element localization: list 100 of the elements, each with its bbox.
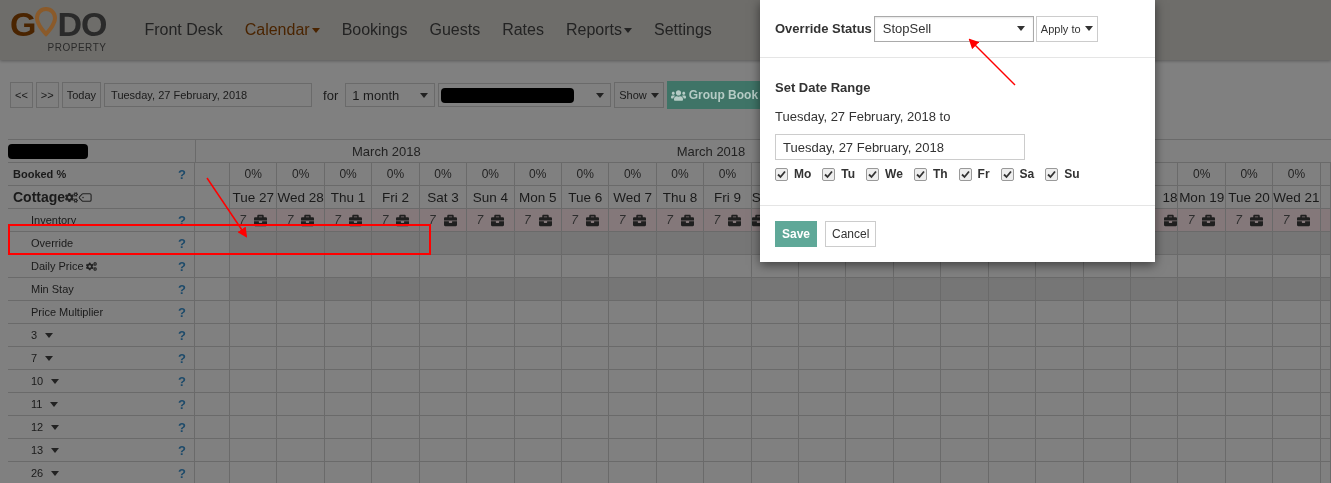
- day-header: Wed 28: [277, 189, 324, 205]
- day-header: Tue 20: [1228, 189, 1270, 205]
- booked-percent: 0%: [244, 167, 262, 181]
- next-button[interactable]: >>: [35, 82, 59, 108]
- cancel-button[interactable]: Cancel: [825, 221, 877, 247]
- help-link[interactable]: ?: [178, 304, 186, 320]
- help-link[interactable]: ?: [178, 373, 186, 389]
- day-header: Mon 19: [1179, 189, 1225, 205]
- briefcase-icon: [1202, 213, 1216, 227]
- nav-link[interactable]: Reports: [565, 21, 632, 39]
- nav-link[interactable]: Guests: [429, 21, 481, 39]
- logo-letters: DO: [57, 9, 107, 39]
- for-label: for: [323, 87, 339, 103]
- inventory-count: 7: [429, 213, 436, 227]
- checkmark-icon: [777, 169, 786, 179]
- month-label: March 2018: [352, 143, 421, 159]
- logo-letter: G: [10, 9, 36, 39]
- briefcase-icon: [1249, 213, 1263, 227]
- inventory-count: 7: [239, 213, 247, 227]
- day-header: Fri 9: [713, 189, 741, 205]
- help-link[interactable]: ?: [178, 419, 186, 435]
- briefcase-icon: [680, 213, 694, 227]
- group-book-button[interactable]: Group Book: [666, 81, 763, 109]
- inventory-count: 7: [381, 213, 389, 227]
- checkmark-icon: [915, 169, 925, 179]
- caret-icon: [50, 401, 59, 407]
- weekday-checkbox[interactable]: We: [866, 167, 903, 181]
- briefcase-icon: [538, 213, 552, 227]
- nav-link[interactable]: Front Desk: [144, 21, 223, 39]
- save-button[interactable]: Save: [775, 221, 818, 247]
- nav-link[interactable]: Rates: [502, 21, 544, 39]
- help-link[interactable]: ?: [178, 258, 186, 274]
- day-header: Wed 21: [1273, 189, 1320, 205]
- row-label: 10: [30, 375, 44, 387]
- help-link[interactable]: ?: [178, 281, 186, 297]
- inventory-count: 7: [1187, 213, 1195, 227]
- help-link[interactable]: ?: [178, 235, 186, 251]
- caret-icon: [596, 92, 605, 98]
- help-link[interactable]: ?: [178, 327, 186, 343]
- logo[interactable]: G DO PROPERTY: [10, 7, 107, 53]
- weekday-checkbox[interactable]: Tu: [822, 167, 856, 181]
- nav-link[interactable]: Settings: [654, 21, 712, 39]
- inventory-count: 7: [571, 213, 578, 227]
- day-header: Fri 2: [381, 189, 409, 205]
- briefcase-icon: [728, 213, 742, 227]
- booked-percent: 0%: [1192, 167, 1211, 181]
- day-header: Sat 3: [427, 189, 459, 205]
- property-select[interactable]: [438, 83, 612, 107]
- inventory-count: 7: [666, 213, 673, 227]
- inventory-count: 7: [476, 213, 484, 227]
- field-label: Override Status: [775, 21, 872, 36]
- day-header: Tue 27: [232, 189, 274, 205]
- logo-subtitle: PROPERTY: [47, 42, 107, 53]
- end-date-field[interactable]: Tuesday, 27 February, 2018: [775, 134, 1025, 160]
- briefcase-icon: [443, 213, 457, 227]
- inventory-count: 7: [713, 213, 721, 227]
- day-header: Thu 8: [662, 189, 698, 205]
- previous-button[interactable]: <<: [10, 82, 33, 108]
- row-label: Min Stay: [30, 283, 74, 295]
- help-link[interactable]: ?: [178, 166, 186, 182]
- annotation-arrow: [968, 38, 1016, 86]
- booked-percent: 0%: [1287, 167, 1306, 181]
- weekday-checkbox[interactable]: Th: [913, 167, 948, 181]
- row-label: 11: [30, 398, 43, 410]
- booked-percent: 0%: [529, 167, 547, 181]
- day-header: Tue 6: [568, 189, 603, 205]
- weekday-checkbox[interactable]: Fr: [958, 167, 990, 181]
- nav-link[interactable]: Bookings: [341, 21, 408, 39]
- checkmark-icon: [824, 169, 834, 179]
- briefcase-icon: [1297, 213, 1311, 227]
- briefcase-icon: [1164, 213, 1178, 227]
- caret-icon: [45, 332, 54, 338]
- help-link[interactable]: ?: [178, 350, 186, 366]
- date-field[interactable]: Tuesday, 27 February, 2018: [104, 83, 313, 107]
- weekday-checkbox[interactable]: Mo: [775, 167, 812, 181]
- briefcase-icon: [301, 213, 315, 227]
- booked-percent: 0%: [339, 167, 357, 181]
- row-label: Price Multiplier: [30, 306, 104, 318]
- status-select[interactable]: StopSell: [873, 15, 1034, 42]
- apply-to-button[interactable]: Apply to: [1035, 15, 1098, 42]
- nav-link[interactable]: Calendar: [244, 21, 320, 39]
- caret-icon: [420, 92, 429, 98]
- caret-icon: [51, 378, 60, 384]
- weekday-checkbox[interactable]: Sa: [1000, 167, 1035, 181]
- date-range-text: Tuesday, 27 February, 2018 to: [775, 109, 952, 124]
- period-select[interactable]: 1 month: [345, 83, 436, 107]
- booked-percent: 0%: [434, 167, 452, 181]
- booked-percent: 0%: [623, 167, 642, 181]
- help-link[interactable]: ?: [178, 442, 186, 458]
- booked-percent: 0%: [291, 167, 310, 181]
- caret-icon: [51, 424, 60, 430]
- show-button[interactable]: Show: [614, 82, 664, 108]
- help-link[interactable]: ?: [178, 465, 186, 481]
- weekday-checkbox[interactable]: Su: [1045, 167, 1080, 181]
- today-button[interactable]: Today: [61, 82, 102, 108]
- row-label: Daily Price: [30, 260, 84, 272]
- inventory-count: 7: [523, 213, 531, 227]
- briefcase-icon: [254, 213, 268, 227]
- help-link[interactable]: ?: [178, 396, 186, 412]
- month-label: March 2018: [676, 143, 746, 159]
